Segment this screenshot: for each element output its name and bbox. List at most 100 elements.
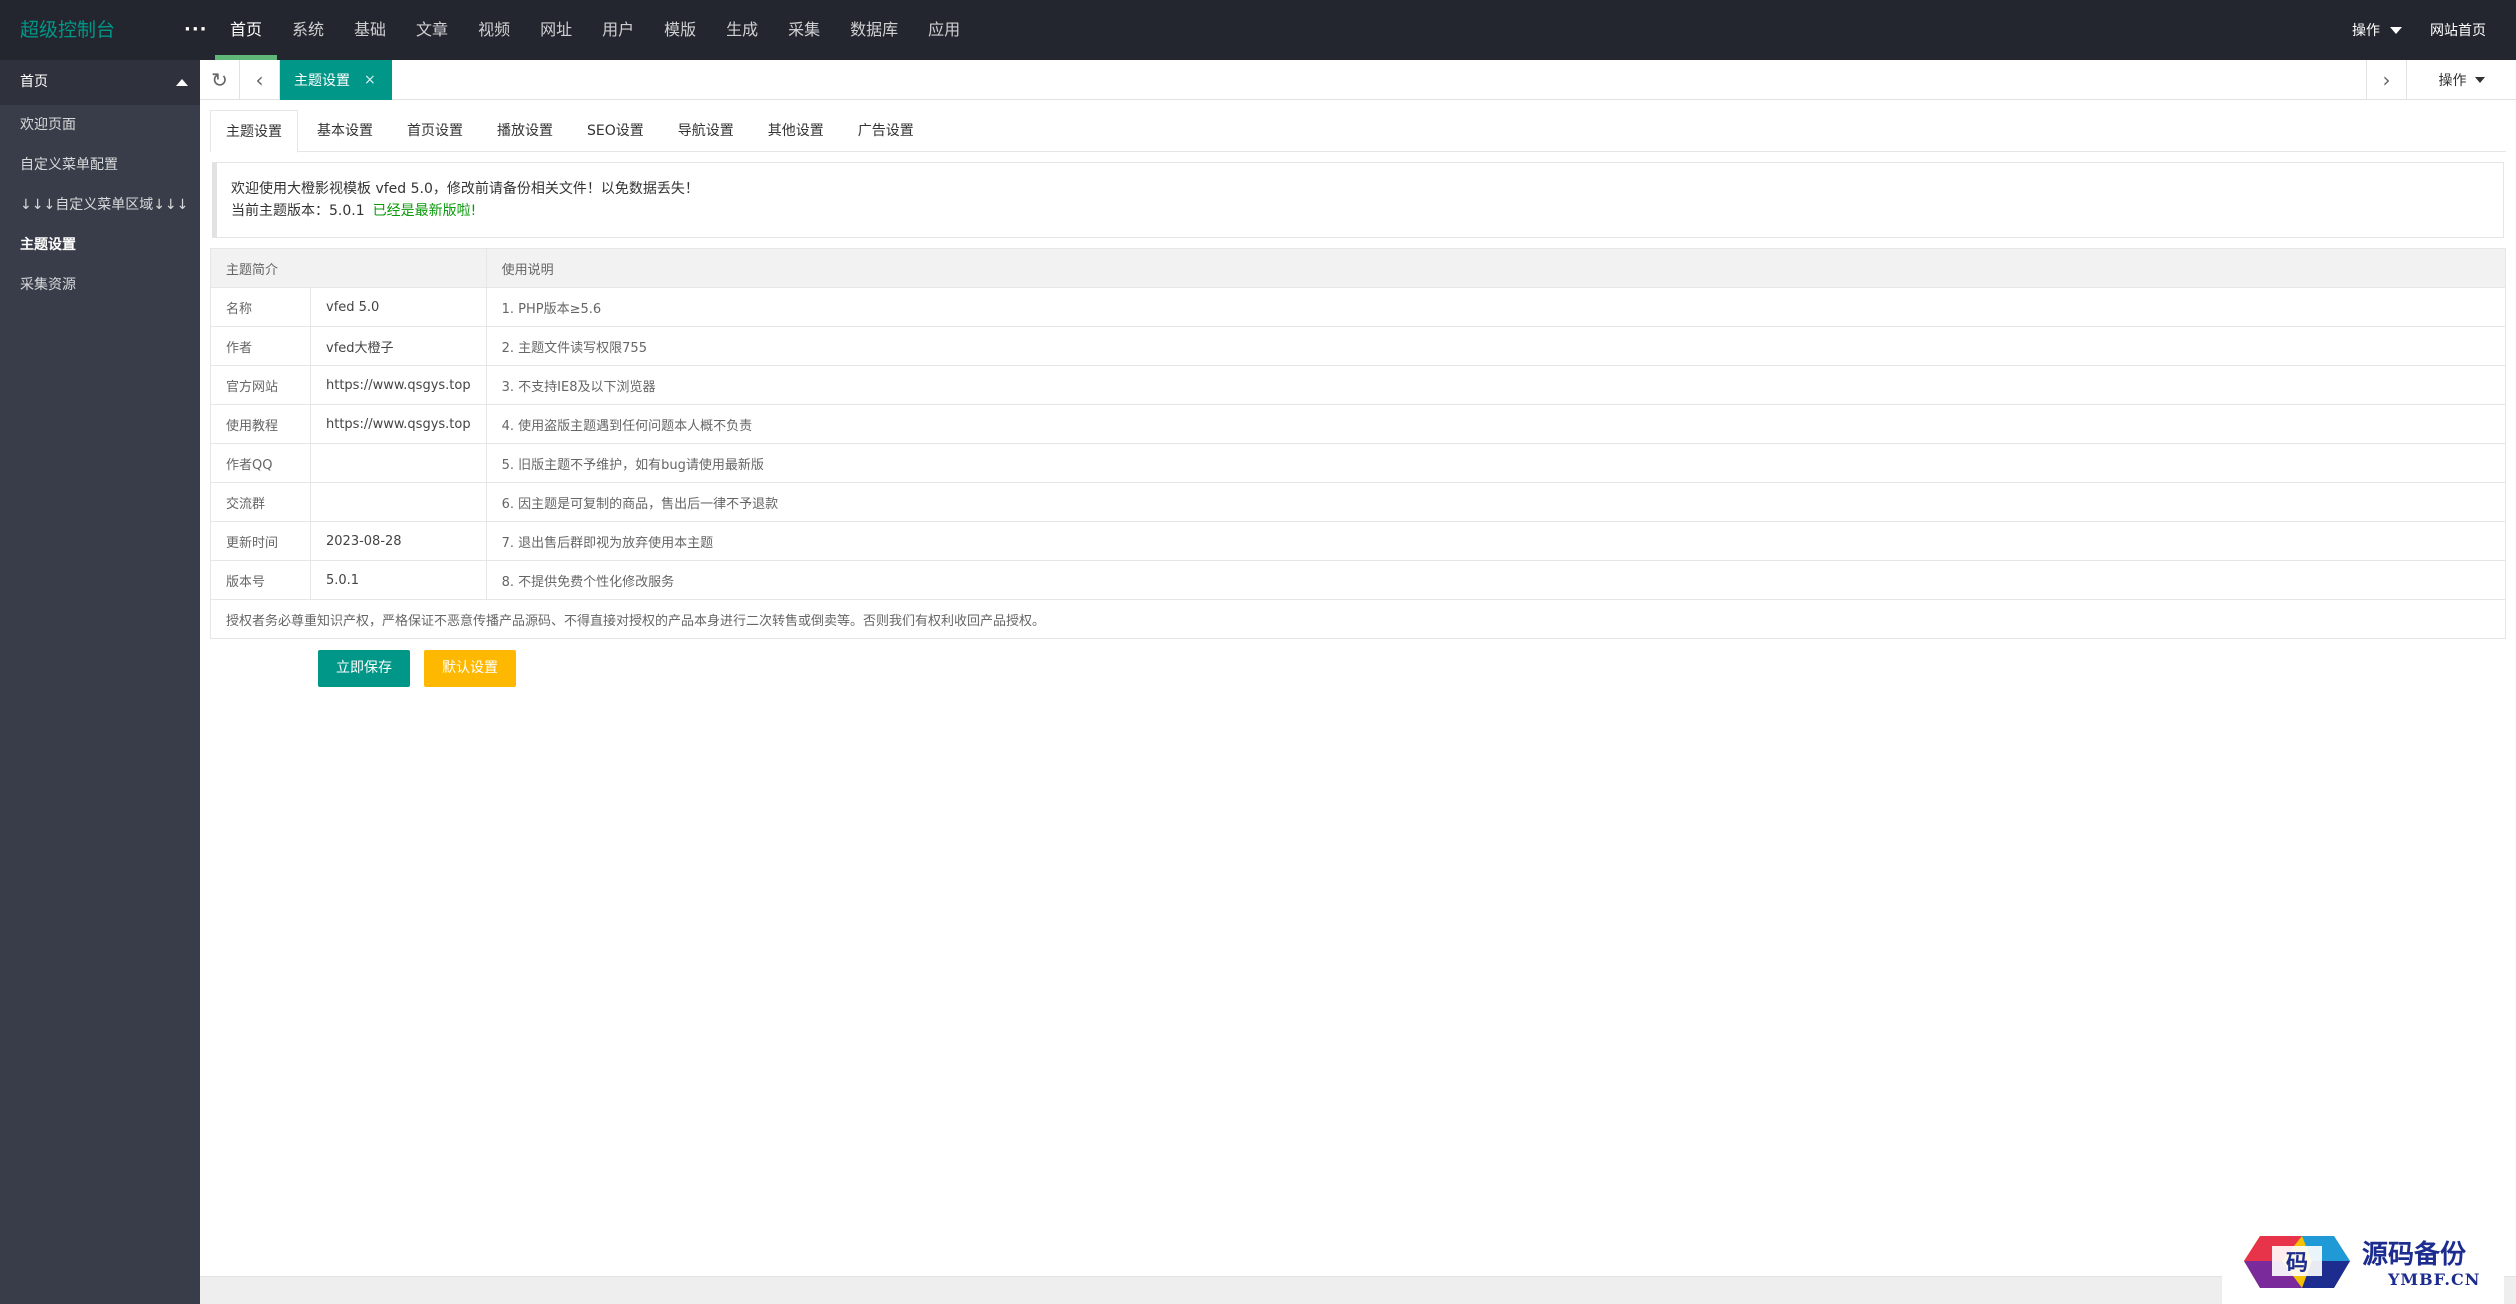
latest-version-text: 已经是最新版啦! bbox=[372, 203, 477, 219]
row-label: 使用教程 bbox=[210, 404, 311, 444]
sidebar-item-theme-settings[interactable]: 主题设置 bbox=[0, 225, 200, 265]
notice-line-2: 当前主题版本：5.0.1 已经是最新版啦! bbox=[231, 200, 2503, 222]
nav-item-website[interactable]: 网址 bbox=[525, 0, 587, 60]
tab-label: 主题设置 bbox=[294, 73, 350, 89]
table-row: 作者 vfed大橙子 2. 主题文件读写权限755 bbox=[210, 326, 2507, 366]
watermark-en-text: YMBF.CN bbox=[2388, 1270, 2481, 1289]
table-row: 交流群 6. 因主题是可复制的商品，售出后一律不予退款 bbox=[210, 482, 2507, 522]
row-note: 4. 使用盗版主题遇到任何问题本人概不负责 bbox=[485, 404, 2507, 444]
chevron-left-icon[interactable]: ‹ bbox=[240, 60, 280, 100]
row-note: 8. 不提供免费个性化修改服务 bbox=[485, 560, 2507, 600]
watermark-cn-text: 源码备份 bbox=[2362, 1240, 2467, 1270]
nav-item-user[interactable]: 用户 bbox=[587, 0, 649, 60]
nav-item-collect[interactable]: 采集 bbox=[773, 0, 835, 60]
refresh-icon[interactable]: ↻ bbox=[200, 60, 240, 100]
row-value: 5.0.1 bbox=[310, 560, 487, 600]
main-content: 主题设置 基本设置 首页设置 播放设置 SEO设置 导航设置 其他设置 广告设置… bbox=[200, 100, 2516, 1276]
default-settings-button[interactable]: 默认设置 bbox=[424, 650, 516, 687]
row-note: 1. PHP版本≥5.6 bbox=[485, 287, 2507, 327]
sidebar-group-label: 首页 bbox=[20, 74, 48, 90]
table-row: 更新时间 2023-08-28 7. 退出售后群即视为放弃使用本主题 bbox=[210, 521, 2507, 561]
tab-theme[interactable]: 主题设置 bbox=[210, 110, 298, 153]
nav-item-apps[interactable]: 应用 bbox=[913, 0, 975, 60]
close-icon[interactable]: × bbox=[364, 72, 376, 88]
row-label: 官方网站 bbox=[210, 365, 311, 405]
table-row: 名称 vfed 5.0 1. PHP版本≥5.6 bbox=[210, 287, 2507, 327]
chevron-right-icon[interactable]: › bbox=[2366, 60, 2406, 100]
nav-item-video[interactable]: 视频 bbox=[463, 0, 525, 60]
official-site-link[interactable]: https://www.qsgys.top bbox=[310, 365, 487, 405]
nav-item-home[interactable]: 首页 bbox=[215, 0, 278, 60]
sidebar: 首页 欢迎页面 自定义菜单配置 ↓↓↓自定义菜单区域↓↓↓ 主题设置 采集资源 bbox=[0, 60, 200, 1304]
app-logo[interactable]: 超级控制台 bbox=[20, 0, 115, 60]
header-intro: 主题简介 bbox=[210, 248, 487, 288]
row-label: 更新时间 bbox=[210, 521, 311, 561]
caret-up-icon bbox=[176, 79, 188, 86]
table-row: 使用教程 https://www.qsgys.top 4. 使用盗版主题遇到任何… bbox=[210, 404, 2507, 444]
sidebar-group-home[interactable]: 首页 bbox=[0, 60, 200, 105]
table-header-row: 主题简介 使用说明 bbox=[210, 248, 2507, 288]
page-tab-bar: ↻ ‹ 主题设置 × › 操作 bbox=[200, 60, 2516, 100]
row-value bbox=[310, 443, 487, 483]
nav-item-generate[interactable]: 生成 bbox=[711, 0, 773, 60]
header-operation-label: 操作 bbox=[2352, 23, 2380, 39]
row-note: 6. 因主题是可复制的商品，售出后一律不予退款 bbox=[485, 482, 2507, 522]
row-value: 2023-08-28 bbox=[310, 521, 487, 561]
row-label: 名称 bbox=[210, 287, 311, 327]
table-row: 作者QQ 5. 旧版主题不予维护，如有bug请使用最新版 bbox=[210, 443, 2507, 483]
row-label: 作者QQ bbox=[210, 443, 311, 483]
table-footer-row: 授权者务必尊重知识产权，严格保证不恶意传播产品源码、不得直接对授权的产品本身进行… bbox=[210, 599, 2506, 639]
settings-tabs: 主题设置 基本设置 首页设置 播放设置 SEO设置 导航设置 其他设置 广告设置 bbox=[210, 110, 2506, 153]
more-icon[interactable]: ··· bbox=[184, 0, 208, 60]
site-home-link[interactable]: 网站首页 bbox=[2430, 20, 2486, 40]
row-label: 作者 bbox=[210, 326, 311, 366]
caret-down-icon bbox=[2390, 26, 2402, 34]
top-header: 超级控制台 ··· 首页 系统 基础 文章 视频 网址 用户 模版 生成 采集 … bbox=[0, 0, 2516, 60]
tab-seo[interactable]: SEO设置 bbox=[572, 110, 659, 152]
watermark-logo: 码 源码备份 YMBF.CN bbox=[2222, 1218, 2504, 1304]
table-row: 官方网站 https://www.qsgys.top 3. 不支持IE8及以下浏… bbox=[210, 365, 2507, 405]
current-version-text: 当前主题版本：5.0.1 bbox=[231, 203, 365, 219]
row-note: 2. 主题文件读写权限755 bbox=[485, 326, 2507, 366]
sidebar-item-welcome[interactable]: 欢迎页面 bbox=[0, 105, 200, 145]
row-label: 版本号 bbox=[210, 560, 311, 600]
theme-info-table: 主题简介 使用说明 名称 vfed 5.0 1. PHP版本≥5.6 作者 vf… bbox=[210, 248, 2507, 639]
nav-item-system[interactable]: 系统 bbox=[277, 0, 339, 60]
tab-homepage[interactable]: 首页设置 bbox=[392, 110, 478, 152]
nav-item-database[interactable]: 数据库 bbox=[835, 0, 913, 60]
row-note: 3. 不支持IE8及以下浏览器 bbox=[485, 365, 2507, 405]
sidebar-item-custom-menu[interactable]: 自定义菜单配置 bbox=[0, 145, 200, 185]
tab-operation-label: 操作 bbox=[2438, 73, 2467, 89]
tab-basic[interactable]: 基本设置 bbox=[302, 110, 388, 152]
nav-item-template[interactable]: 模版 bbox=[649, 0, 711, 60]
tab-navigation[interactable]: 导航设置 bbox=[663, 110, 749, 152]
caret-down-icon bbox=[2474, 77, 2485, 83]
sidebar-item-custom-area[interactable]: ↓↓↓自定义菜单区域↓↓↓ bbox=[0, 185, 200, 225]
tab-player[interactable]: 播放设置 bbox=[482, 110, 568, 152]
tutorial-link[interactable]: https://www.qsgys.top bbox=[310, 404, 487, 444]
row-value bbox=[310, 482, 487, 522]
top-nav: 首页 系统 基础 文章 视频 网址 用户 模版 生成 采集 数据库 应用 bbox=[215, 0, 975, 60]
table-row: 版本号 5.0.1 8. 不提供免费个性化修改服务 bbox=[210, 560, 2507, 600]
gem-glyph: 码 bbox=[2286, 1250, 2308, 1276]
tab-other[interactable]: 其他设置 bbox=[753, 110, 839, 152]
nav-item-basic[interactable]: 基础 bbox=[339, 0, 401, 60]
row-label: 交流群 bbox=[210, 482, 311, 522]
tab-theme-settings[interactable]: 主题设置 × bbox=[280, 60, 392, 100]
save-button[interactable]: 立即保存 bbox=[318, 650, 410, 687]
tab-operation-dropdown[interactable]: 操作 bbox=[2406, 60, 2516, 100]
page-footer bbox=[200, 1276, 2516, 1304]
gem-logo-icon: 码 bbox=[2244, 1236, 2350, 1288]
row-note: 7. 退出售后群即视为放弃使用本主题 bbox=[485, 521, 2507, 561]
row-note: 5. 旧版主题不予维护，如有bug请使用最新版 bbox=[485, 443, 2507, 483]
sidebar-item-collect-resource[interactable]: 采集资源 bbox=[0, 265, 200, 305]
notice-box: 欢迎使用大橙影视模板 vfed 5.0，修改前请备份相关文件！以免数据丢失！ 当… bbox=[212, 162, 2504, 238]
header-usage: 使用说明 bbox=[485, 248, 2507, 288]
license-notice: 授权者务必尊重知识产权，严格保证不恶意传播产品源码、不得直接对授权的产品本身进行… bbox=[210, 599, 2506, 639]
notice-line-1: 欢迎使用大橙影视模板 vfed 5.0，修改前请备份相关文件！以免数据丢失！ bbox=[231, 181, 699, 197]
row-value: vfed大橙子 bbox=[310, 326, 487, 366]
row-value: vfed 5.0 bbox=[310, 287, 487, 327]
tab-ads[interactable]: 广告设置 bbox=[843, 110, 929, 152]
nav-item-article[interactable]: 文章 bbox=[401, 0, 463, 60]
header-operation-dropdown[interactable]: 操作 bbox=[2352, 20, 2402, 40]
